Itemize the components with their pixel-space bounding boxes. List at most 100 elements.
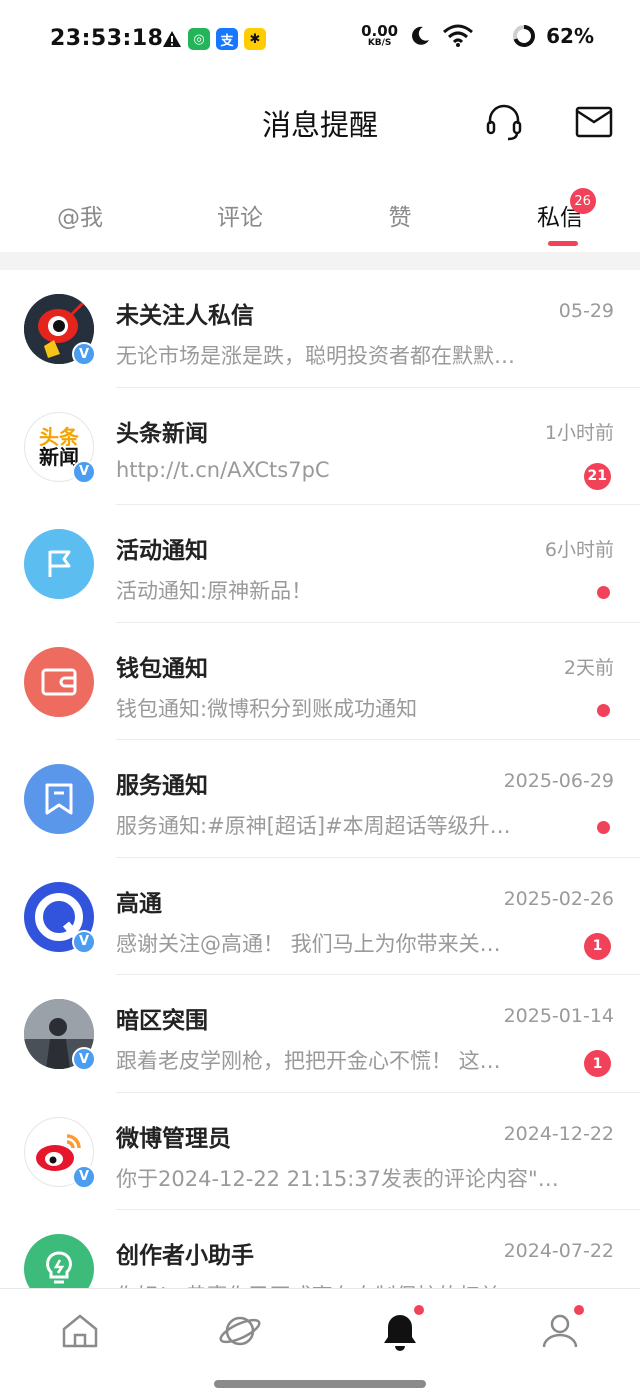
sender-name: 未关注人私信 [116,303,254,329]
message-preview: 活动通知:原神新品！ [116,579,313,603]
avatar [24,646,94,717]
message-preview: 你好！ 恭喜你已正式享有自制保护的权益… [116,1280,566,1288]
notification-icons: ◎ 支 ✱ [162,28,266,50]
bookmark-icon [45,783,73,815]
battery-ring-icon [513,25,536,47]
list-item[interactable]: 头条 新闻 V 头条新闻 1小时前 http://t.cn/AXCts7pC 2… [0,388,640,505]
bell-icon [384,1315,416,1351]
tab-bar: @我 评论 赞 私信 26 [0,180,640,252]
unread-badge: 26 [569,188,596,214]
avatar: V [24,294,96,366]
avatar [24,764,94,834]
sender-name: 钱包通知 [116,655,208,682]
unread-count-badge: 1 [584,1050,611,1077]
status-bar: 23:53:18 ◎ 支 ✱ 0.00 KB/S 62% [0,0,640,80]
avatar [24,529,94,599]
status-time: 23:53:18 [50,26,164,51]
planet-icon [219,1316,261,1346]
logo-text: 新闻 [39,444,79,469]
lightbulb-icon [46,1251,72,1284]
nav-dot [414,1305,424,1315]
net-speed: 0.00 KB/S [361,24,398,48]
message-time: 05-29 [558,300,614,322]
home-icon [62,1314,98,1348]
sender-name: 服务通知 [116,773,208,799]
avatar [24,1234,94,1288]
home-indicator[interactable] [214,1380,426,1388]
warning-icon [163,31,181,47]
message-list: V 未关注人私信 05-29 无论市场是涨是跌，聪明投资者都在默默… 头条 新闻… [0,270,640,1288]
avatar: V [24,999,96,1071]
message-preview: 无论市场是涨是跌，聪明投资者都在默默… [116,344,515,368]
verified-badge: V [72,1047,96,1071]
message-time: 2025-01-14 [503,1005,614,1027]
logo-text: 头条 [39,424,79,449]
tab-label: 赞 [388,205,412,231]
message-time: 2025-02-26 [503,887,614,910]
separator [0,252,640,270]
list-item[interactable]: V 高通 2025-02-26 感谢关注@高通！ 我们马上为你带来关… 1 [0,858,640,975]
header: 消息提醒 [0,80,640,170]
sender-name: 头条新闻 [116,420,208,447]
status-right: 0.00 KB/S 62% [361,24,594,49]
message-time: 6小时前 [544,539,614,561]
message-time: 2024-07-22 [503,1240,614,1262]
sender-name: 微博管理员 [116,1125,231,1152]
list-item[interactable]: 创作者小助手 2024-07-22 你好！ 恭喜你已正式享有自制保护的权益… [0,1210,640,1288]
unread-dot [597,586,610,599]
message-time: 1小时前 [544,421,614,444]
wallet-avatar [24,646,94,717]
verified-badge: V [72,1164,96,1189]
nav-home[interactable] [0,1289,160,1400]
message-preview: 感谢关注@高通！ 我们马上为你带来关… [116,931,501,956]
message-time: 2025-06-29 [503,770,614,792]
unread-dot [597,821,610,834]
tab-label: 评论 [217,205,263,231]
list-item[interactable]: V 微博管理员 2024-12-22 你于2024-12-22 21:15:37… [0,1093,640,1210]
nav-dot [574,1305,584,1315]
avatar: V [24,881,96,954]
moon-icon [412,26,430,45]
active-tab-indicator [548,241,578,246]
unread-count-badge: 21 [583,462,611,490]
avatar: 头条 新闻 V [24,411,96,484]
avatar: V [24,1116,96,1189]
creator-avatar [24,1234,94,1288]
list-item[interactable]: 活动通知 6小时前 活动通知:原神新品！ [0,505,640,623]
mail-button[interactable] [572,100,616,144]
profile-icon [542,1314,578,1348]
tab-comments[interactable]: 评论 [160,180,320,252]
tab-private-messages[interactable]: 私信 26 [480,180,640,252]
service-avatar [24,764,94,834]
tab-likes[interactable]: 赞 [320,180,480,252]
verified-badge: V [72,929,96,954]
list-item[interactable]: V 未关注人私信 05-29 无论市场是涨是跌，聪明投资者都在默默… [0,270,640,388]
message-preview: 你于2024-12-22 21:15:37发表的评论内容"… [116,1166,559,1191]
net-speed-unit: KB/S [367,38,392,48]
tab-mentions[interactable]: @我 [0,180,160,252]
message-time: 2天前 [563,656,614,679]
message-preview: 服务通知:#原神[超话]#本周超话等级升… [116,814,511,838]
page-title: 消息提醒 [261,108,378,142]
activity-avatar [24,529,94,599]
list-item[interactable]: 钱包通知 2天前 钱包通知:微博积分到账成功通知 [0,623,640,740]
app-icon: ✱ [244,28,266,50]
verified-badge: V [72,342,96,366]
unread-dot [597,703,610,717]
sender-name: 暗区突围 [116,1008,208,1034]
customer-service-button[interactable] [482,100,526,144]
battery-percent: 62% [546,24,594,48]
nav-profile[interactable] [480,1289,640,1400]
wifi-icon [443,24,474,47]
message-preview: 跟着老皮学刚枪，把把开金心不慌！ 这… [116,1049,501,1073]
message-preview: 钱包通知:微博积分到账成功通知 [116,696,418,721]
list-item[interactable]: V 暗区突围 2025-01-14 跟着老皮学刚枪，把把开金心不慌！ 这… 1 [0,975,640,1093]
sender-name: 高通 [116,890,162,917]
mail-icon [575,106,613,138]
verified-badge: V [72,459,96,484]
sender-name: 创作者小助手 [116,1243,254,1269]
list-item[interactable]: 服务通知 2025-06-29 服务通知:#原神[超话]#本周超话等级升… [0,740,640,858]
wechat-icon: ◎ [188,28,210,50]
message-preview: http://t.cn/AXCts7pC [116,457,330,482]
message-time: 2024-12-22 [503,1122,614,1145]
